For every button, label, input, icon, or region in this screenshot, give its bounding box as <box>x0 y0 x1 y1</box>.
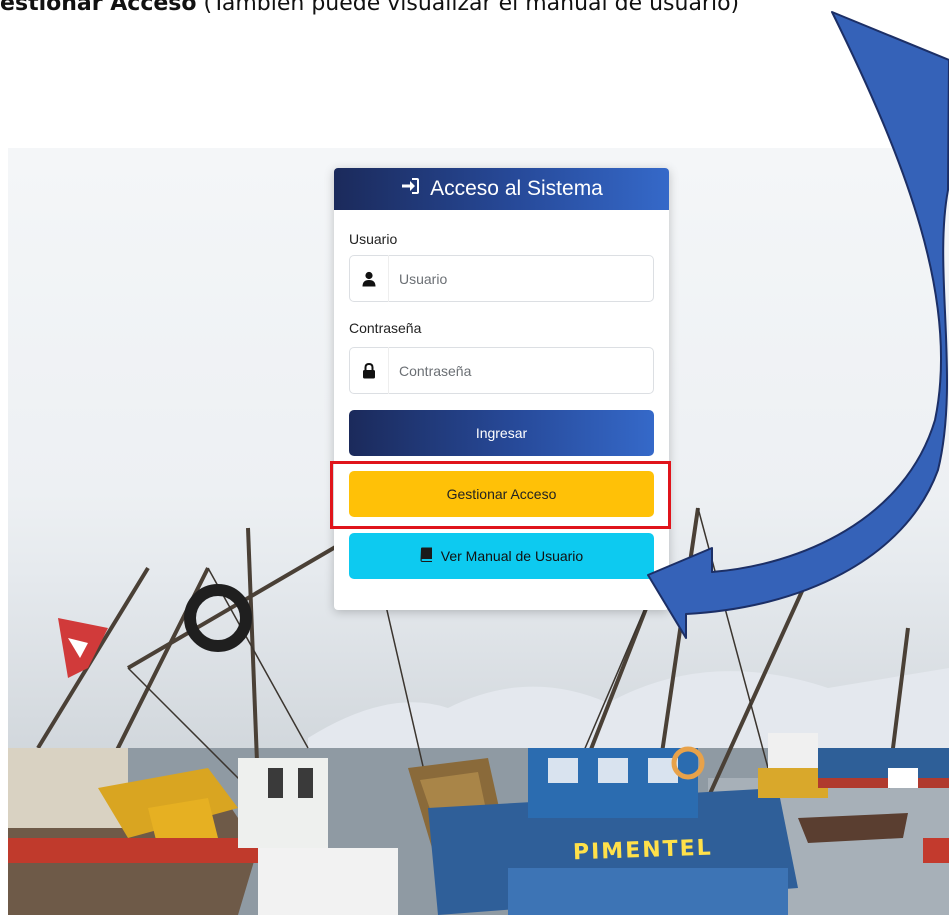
caption-bold: Gestionar Acceso <box>0 0 197 16</box>
login-submit-button[interactable]: Ingresar <box>349 410 654 456</box>
sign-in-icon <box>400 176 420 202</box>
user-manual-button[interactable]: Ver Manual de Usuario <box>349 533 654 579</box>
lock-icon <box>350 348 388 393</box>
user-manual-label: Ver Manual de Usuario <box>440 548 584 564</box>
book-icon <box>420 547 433 565</box>
user-icon <box>350 256 388 301</box>
login-title: Acceso al Sistema <box>430 177 603 200</box>
user-field-label: Usuario <box>349 231 398 247</box>
manage-access-label: Gestionar Acceso <box>446 486 557 502</box>
user-input-group <box>349 255 654 302</box>
document-caption: Gestionar Acceso (También puede visualiz… <box>0 0 739 16</box>
caption-rest: (También puede visualizar el manual de u… <box>196 0 740 16</box>
login-card: Acceso al Sistema Usuario Contraseña Ing… <box>334 168 669 610</box>
password-input-group <box>349 347 654 394</box>
username-input[interactable] <box>388 255 653 302</box>
boat-name-label: PIMENTEL <box>572 835 714 866</box>
login-card-header: Acceso al Sistema <box>334 168 669 210</box>
login-submit-label: Ingresar <box>475 425 528 441</box>
password-input[interactable] <box>388 347 653 394</box>
password-field-label: Contraseña <box>349 320 422 336</box>
manage-access-button[interactable]: Gestionar Acceso <box>349 471 654 517</box>
